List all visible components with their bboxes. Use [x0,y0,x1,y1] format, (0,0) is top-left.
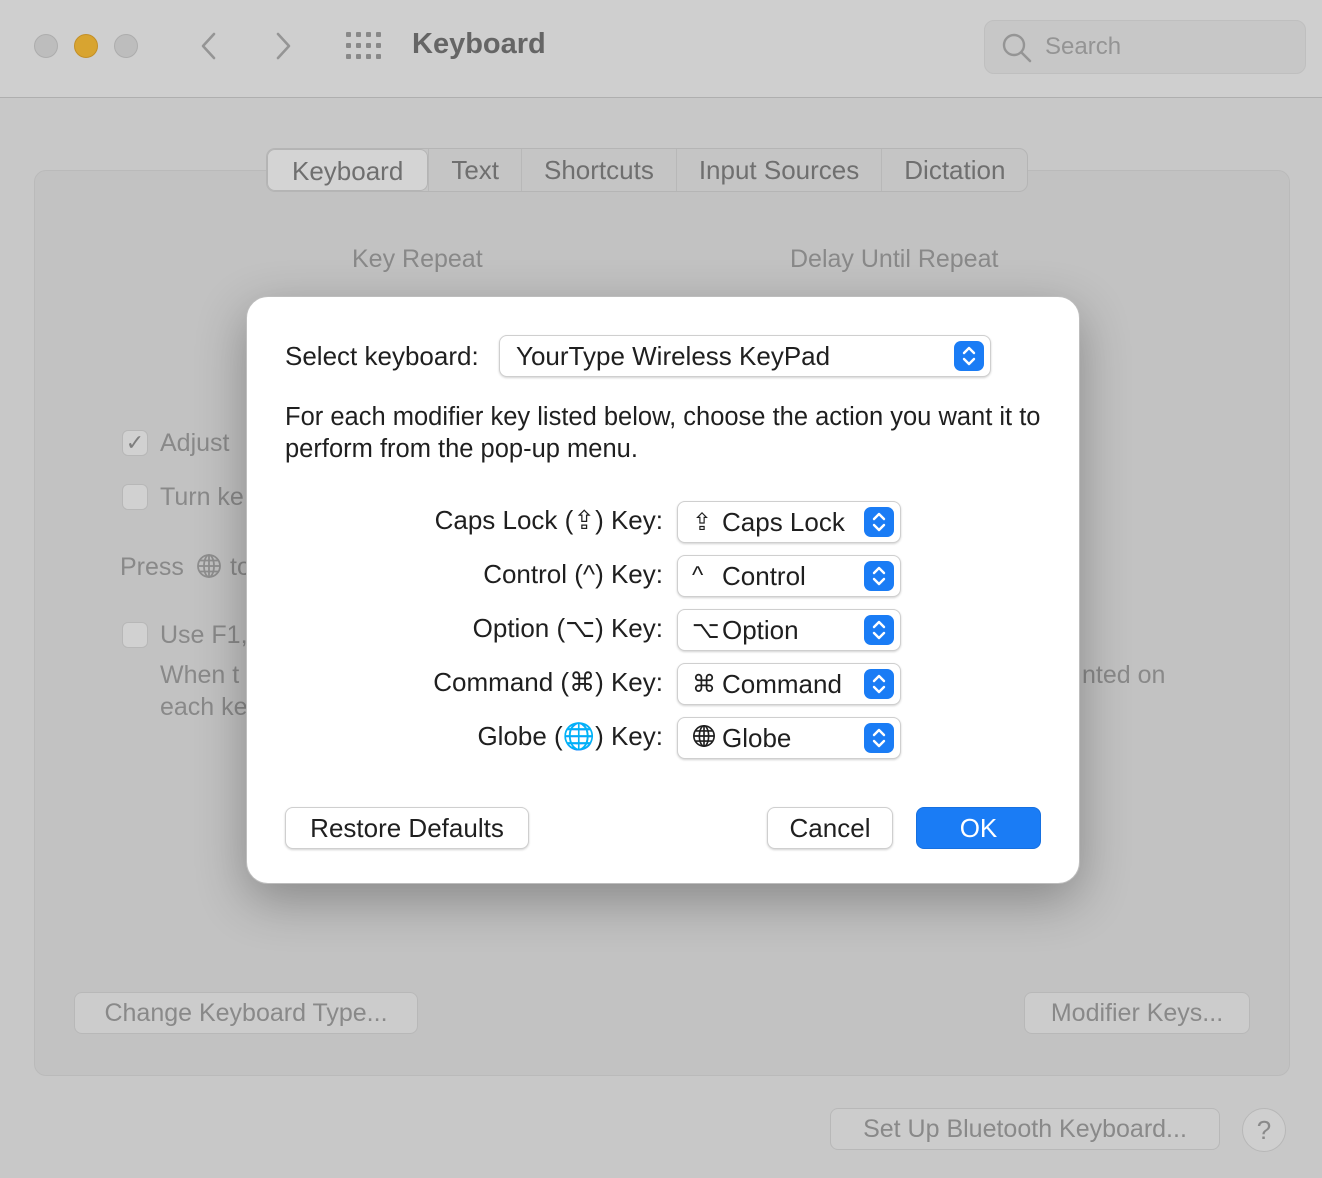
search-icon [1002,33,1032,63]
turn-checkbox[interactable] [122,484,148,510]
command-action-popup[interactable]: ⌘ Command [677,663,901,705]
updown-chevron-icon [864,669,894,699]
control-action-popup[interactable]: ^ Control [677,555,901,597]
back-button[interactable] [192,26,226,66]
select-keyboard-label: Select keyboard: [285,341,479,371]
when-label: When t [160,661,240,689]
chevron-right-icon [276,32,291,60]
control-icon: ^ [692,562,704,589]
command-action-value: Command [722,668,842,699]
globe-action-popup[interactable]: Globe [677,717,901,759]
press-label: Press [120,553,184,581]
show-all-button[interactable] [344,28,384,64]
close-window-button[interactable] [34,34,58,58]
caps-lock-key-label: Caps Lock (⇪) Key: [434,505,663,535]
restore-defaults-button[interactable]: Restore Defaults [285,807,529,849]
caps-lock-action-popup[interactable]: ⇪ Caps Lock [677,501,901,543]
caps-lock-action-value: Caps Lock [722,506,845,537]
tab-dictation[interactable]: Dictation [881,149,1027,191]
printed-label: nted on [1082,661,1166,689]
help-button[interactable]: ? [1242,1108,1286,1152]
updown-chevron-icon [954,341,984,371]
keyboard-select-popup[interactable]: YourType Wireless KeyPad [499,335,991,377]
updown-chevron-icon [864,507,894,537]
adjust-label: Adjust [160,429,230,457]
globe-action-value: Globe [722,722,792,753]
updown-chevron-icon [864,723,894,753]
set-up-bluetooth-keyboard-button[interactable]: Set Up Bluetooth Keyboard... [830,1108,1220,1150]
key-repeat-label: Key Repeat [352,245,483,273]
zoom-window-button[interactable] [114,34,138,58]
ok-button[interactable]: OK [916,807,1041,849]
tab-bar: Keyboard Text Shortcuts Input Sources Di… [266,148,1029,192]
tab-keyboard[interactable]: Keyboard [267,149,429,191]
chevron-left-icon [201,32,216,60]
grid-icon [346,32,381,59]
globe-key-label: Globe (🌐) Key: [477,721,663,751]
turn-label: Turn ke [160,483,244,511]
change-keyboard-type-button[interactable]: Change Keyboard Type... [74,992,418,1034]
search-input[interactable] [1045,29,1295,65]
selected-keyboard-value: YourType Wireless KeyPad [516,340,831,371]
use-f1-checkbox[interactable] [122,622,148,648]
minimize-window-button[interactable] [74,34,98,58]
updown-chevron-icon [864,561,894,591]
forward-button[interactable] [266,26,300,66]
each-label: each ke [160,693,248,721]
control-key-label: Control (^) Key: [483,559,663,589]
search-field[interactable] [984,20,1306,74]
globe-icon [692,724,722,752]
tab-text[interactable]: Text [428,149,521,191]
command-key-label: Command (⌘) Key: [433,667,663,697]
caps-lock-icon: ⇪ [692,508,713,536]
tab-input-sources[interactable]: Input Sources [675,149,881,191]
dialog-description: For each modifier key listed below, choo… [285,403,1041,463]
window-title: Keyboard [412,28,546,60]
option-action-popup[interactable]: ⌥ Option [677,609,901,651]
globe-icon [196,553,222,579]
title-bar: Keyboard [0,0,1322,98]
checkmark-icon: ✓ [125,430,145,455]
updown-chevron-icon [864,615,894,645]
modifier-keys-button[interactable]: Modifier Keys... [1024,992,1250,1034]
tab-shortcuts[interactable]: Shortcuts [521,149,676,191]
adjust-checkbox[interactable]: ✓ [122,430,148,456]
control-action-value: Control [722,560,806,591]
option-icon: ⌥ [692,616,720,644]
option-key-label: Option (⌥) Key: [472,613,663,643]
modifier-keys-dialog: Select keyboard: YourType Wireless KeyPa… [246,296,1080,884]
use-f1-label: Use F1, [160,621,248,649]
option-action-value: Option [722,614,799,645]
delay-until-repeat-label: Delay Until Repeat [790,245,999,273]
command-icon: ⌘ [692,670,716,698]
cancel-button[interactable]: Cancel [767,807,893,849]
